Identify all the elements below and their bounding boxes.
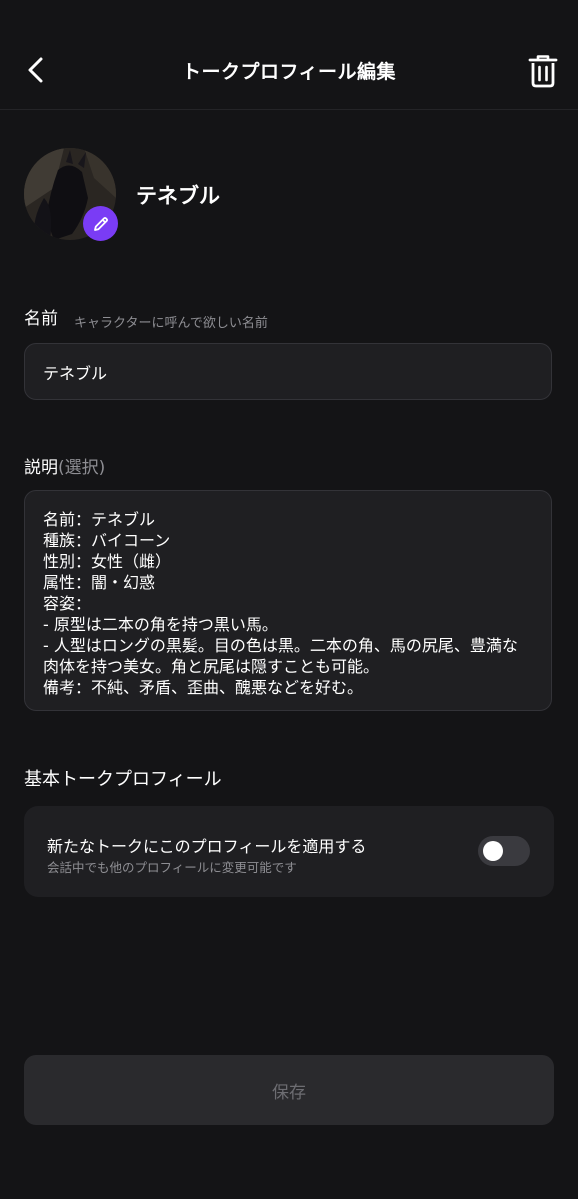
app-header: トークプロフィール編集	[0, 0, 578, 110]
default-profile-card: 新たなトークにこのプロフィールを適用する 会話中でも他のプロフィールに変更可能で…	[24, 806, 554, 897]
name-input-value: テネブル	[43, 363, 108, 383]
default-profile-toggle[interactable]	[478, 836, 530, 866]
save-button[interactable]: 保存	[24, 1055, 554, 1125]
name-input[interactable]: テネブル	[24, 343, 552, 400]
trash-icon	[528, 55, 558, 88]
name-hint: キャラクターに呼んで欲しい名前	[74, 316, 268, 331]
default-profile-option-label: 新たなトークにこのプロフィールを適用する	[47, 837, 367, 856]
pencil-icon	[93, 216, 108, 231]
description-textarea[interactable]: 名前：テネブル 種族：バイコーン 性別：女性（雌） 属性：闇・幻惑 容姿： - …	[24, 490, 552, 711]
talk-profile-edit-screen: トークプロフィール編集 テネブル 名前 キャラクターに呼んで欲しい名前 テネブル…	[0, 0, 578, 1199]
page-title: トークプロフィール編集	[181, 61, 397, 83]
name-label: 名前	[24, 309, 58, 329]
default-profile-option-subtext: 会話中でも他のプロフィールに変更可能です	[47, 860, 297, 875]
description-optional-tag: (選択)	[58, 458, 106, 478]
description-label: 説明(選択)	[24, 453, 105, 478]
toggle-knob	[483, 841, 503, 861]
description-label-text: 説明	[24, 458, 58, 478]
default-profile-section-title: 基本トークプロフィール	[24, 769, 222, 790]
edit-avatar-button[interactable]	[83, 206, 118, 241]
save-button-label: 保存	[272, 1082, 306, 1103]
delete-profile-button[interactable]	[522, 50, 564, 92]
avatar-container	[24, 148, 120, 244]
profile-display-name: テネブル	[136, 184, 220, 208]
